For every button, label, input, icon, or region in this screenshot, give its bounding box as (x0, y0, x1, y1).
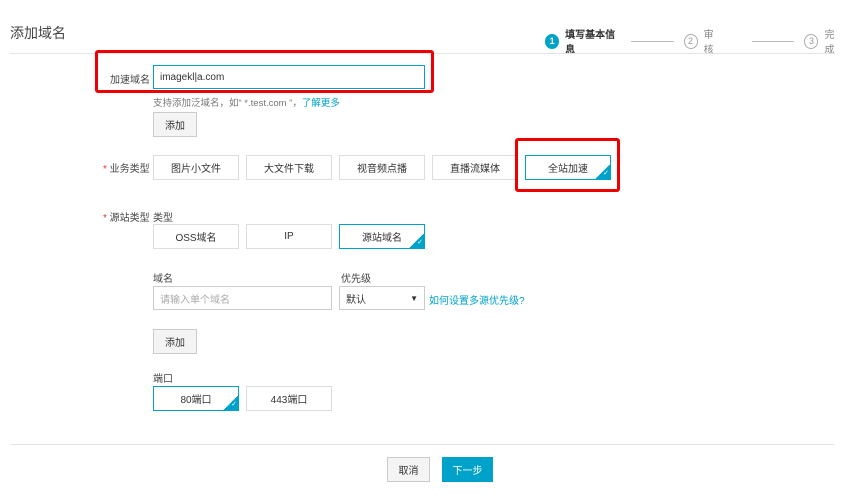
priority-value: 默认 (346, 294, 366, 306)
origin-type-label: * 源站类型 (103, 213, 150, 224)
add-domain-button[interactable]: 添加 (153, 112, 197, 137)
step-label: 审核 (703, 30, 714, 56)
step-2: 2 审核 (683, 26, 723, 56)
origin-domain-input[interactable]: 请输入单个域名 (153, 286, 332, 310)
cancel-button[interactable]: 取消 (387, 457, 430, 482)
highlight-box (515, 138, 620, 192)
priority-label: 优先级 (341, 274, 371, 285)
stepper: 1 填写基本信息 2 审核 3 完成 (545, 26, 843, 56)
label-text: 业务类型 (109, 164, 150, 175)
step-number: 2 (683, 33, 698, 49)
label-text: 源站类型 (109, 213, 150, 224)
business-option-vod[interactable]: 视音频点播 (339, 155, 425, 180)
origin-domain-label: 域名 (153, 274, 173, 285)
add-origin-button[interactable]: 添加 (153, 329, 197, 354)
dropdown-arrow-icon: ▼ (410, 293, 418, 303)
step-divider (752, 40, 795, 42)
business-option-download[interactable]: 大文件下载 (246, 155, 332, 180)
domain-hint: 支持添加泛域名，如“ *.test.com ”，了解更多 (153, 95, 340, 109)
page-title: 添加域名 (10, 25, 66, 41)
step-divider (631, 40, 674, 42)
port-label: 端口 (153, 374, 173, 385)
step-3: 3 完成 (804, 26, 843, 56)
next-button[interactable]: 下一步 (442, 457, 493, 482)
learn-more-link[interactable]: 了解更多 (302, 98, 340, 109)
origin-type-oss[interactable]: OSS域名 (153, 224, 239, 249)
step-number: 1 (545, 33, 560, 49)
port-80[interactable]: 80端口 (153, 386, 239, 411)
hint-text: 支持添加泛域名，如“ *.test.com ”， (153, 98, 302, 109)
origin-type-ip[interactable]: IP (246, 224, 332, 249)
step-1: 1 填写基本信息 (545, 26, 621, 56)
origin-type-domain[interactable]: 源站域名 (339, 224, 425, 249)
business-option-images[interactable]: 图片小文件 (153, 155, 239, 180)
type-label: 类型 (153, 213, 173, 224)
priority-help-link[interactable]: 如何设置多源优先级? (429, 292, 525, 307)
step-label: 填写基本信息 (565, 30, 616, 56)
port-443[interactable]: 443端口 (246, 386, 332, 411)
footer-divider (10, 444, 835, 445)
business-option-live[interactable]: 直播流媒体 (432, 155, 518, 180)
business-type-label: * 业务类型 (103, 164, 150, 175)
domain-input[interactable]: imagekl|a.com (153, 65, 425, 89)
domain-label: 加速域名 (110, 75, 150, 86)
priority-select[interactable]: 默认 ▼ (339, 286, 425, 310)
step-label: 完成 (824, 30, 835, 56)
step-number: 3 (804, 33, 819, 49)
